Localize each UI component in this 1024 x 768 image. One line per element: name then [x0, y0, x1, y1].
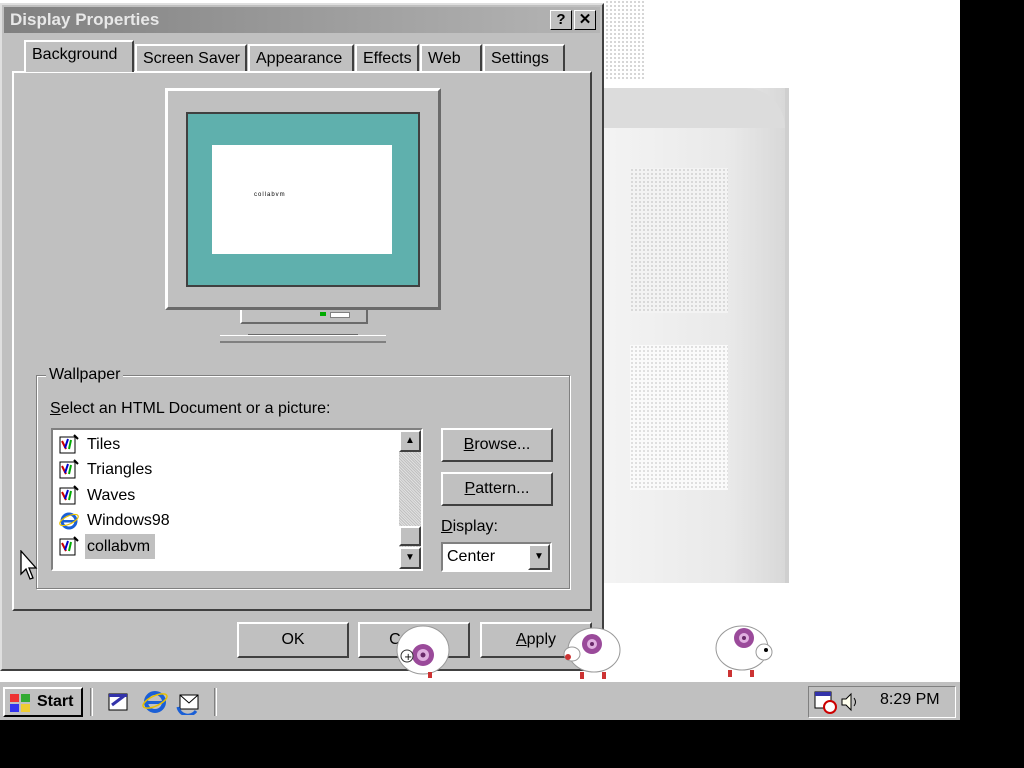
tab-appearance[interactable]: Appearance	[248, 44, 354, 71]
list-item[interactable]: collabvm	[57, 533, 397, 559]
taskbar-separator	[90, 688, 93, 716]
wallpaper-decoration	[600, 88, 785, 128]
title-bar[interactable]: Display Properties ? ✕	[4, 7, 600, 33]
volume-icon[interactable]	[839, 691, 861, 713]
list-item-label: Waves	[87, 486, 136, 504]
monitor-power-led	[320, 312, 326, 316]
tab-background[interactable]: Background	[24, 40, 134, 72]
listbox-scrollbar[interactable]: ▲ ▼	[399, 430, 421, 569]
start-button[interactable]: Start	[3, 687, 83, 717]
clock: 8:29 PM	[880, 691, 940, 708]
windows-logo-icon	[10, 694, 30, 712]
list-item[interactable]: Waves	[57, 483, 397, 508]
list-item[interactable]: Triangles	[57, 457, 397, 482]
internet-explorer-icon[interactable]	[142, 689, 168, 715]
paint-bitmap-icon	[59, 434, 79, 454]
wallpaper-group-label: Wallpaper	[46, 366, 124, 384]
select-document-label: Select an HTML Document or a picture:	[50, 400, 331, 417]
browse-button[interactable]: Browse...	[441, 428, 553, 462]
close-button[interactable]: ✕	[574, 10, 596, 30]
monitor-preview-wallpaper	[212, 145, 392, 254]
list-item-label: collabvm	[85, 533, 156, 559]
tab-web[interactable]: Web	[420, 44, 482, 71]
mouse-cursor-icon	[20, 550, 38, 580]
scroll-thumb[interactable]	[399, 526, 421, 546]
desktop: Display Properties ? ✕ Background Screen…	[0, 0, 960, 720]
start-label: Start	[37, 693, 74, 710]
tab-settings[interactable]: Settings	[483, 44, 565, 71]
window-title: Display Properties	[10, 10, 160, 29]
wallpaper-decoration	[600, 88, 789, 583]
dropdown-arrow-icon[interactable]: ▼	[528, 544, 550, 570]
display-label: Display:	[441, 518, 498, 535]
show-desktop-icon[interactable]	[106, 689, 132, 715]
pattern-button[interactable]: Pattern...	[441, 472, 553, 506]
wallpaper-decoration	[605, 0, 645, 80]
wallpaper-listbox[interactable]: Tiles Triangles Waves Windows98 collabvm ▲ ▼	[51, 428, 423, 571]
display-mode-select[interactable]: Center ▼	[441, 542, 552, 572]
wallpaper-decoration	[630, 345, 728, 490]
scroll-down-button[interactable]: ▼	[399, 547, 421, 569]
wallpaper-decoration	[630, 168, 728, 313]
monitor-preview-wallpaper-text: collabvm	[254, 192, 286, 198]
scheduler-icon[interactable]	[813, 690, 839, 714]
outlook-express-icon[interactable]	[176, 689, 202, 715]
sheep-icon[interactable]	[562, 622, 622, 680]
list-item[interactable]: Windows98	[57, 508, 397, 533]
sheep-icon[interactable]: +	[393, 620, 453, 678]
taskbar-separator	[214, 688, 217, 716]
scroll-up-button[interactable]: ▲	[399, 430, 421, 452]
list-item-label: Triangles	[87, 461, 153, 479]
monitor-foot	[220, 335, 386, 343]
sheep-icon[interactable]	[714, 620, 774, 678]
svg-text:+: +	[404, 652, 412, 663]
monitor-disk-slot	[330, 312, 350, 318]
paint-bitmap-icon	[59, 535, 79, 556]
paint-bitmap-icon	[59, 485, 79, 505]
list-item-label: Windows98	[87, 512, 170, 530]
help-button[interactable]: ?	[550, 10, 572, 30]
tab-screen-saver[interactable]: Screen Saver	[135, 44, 247, 71]
taskbar: Start	[0, 680, 960, 720]
list-item-label: Tiles	[87, 436, 121, 453]
paint-bitmap-icon	[59, 459, 79, 479]
tab-effects[interactable]: Effects	[355, 44, 419, 71]
ok-button[interactable]: OK	[237, 622, 349, 658]
display-mode-value: Center	[447, 548, 496, 565]
list-item[interactable]: Tiles	[57, 432, 397, 457]
internet-explorer-icon	[59, 512, 79, 530]
